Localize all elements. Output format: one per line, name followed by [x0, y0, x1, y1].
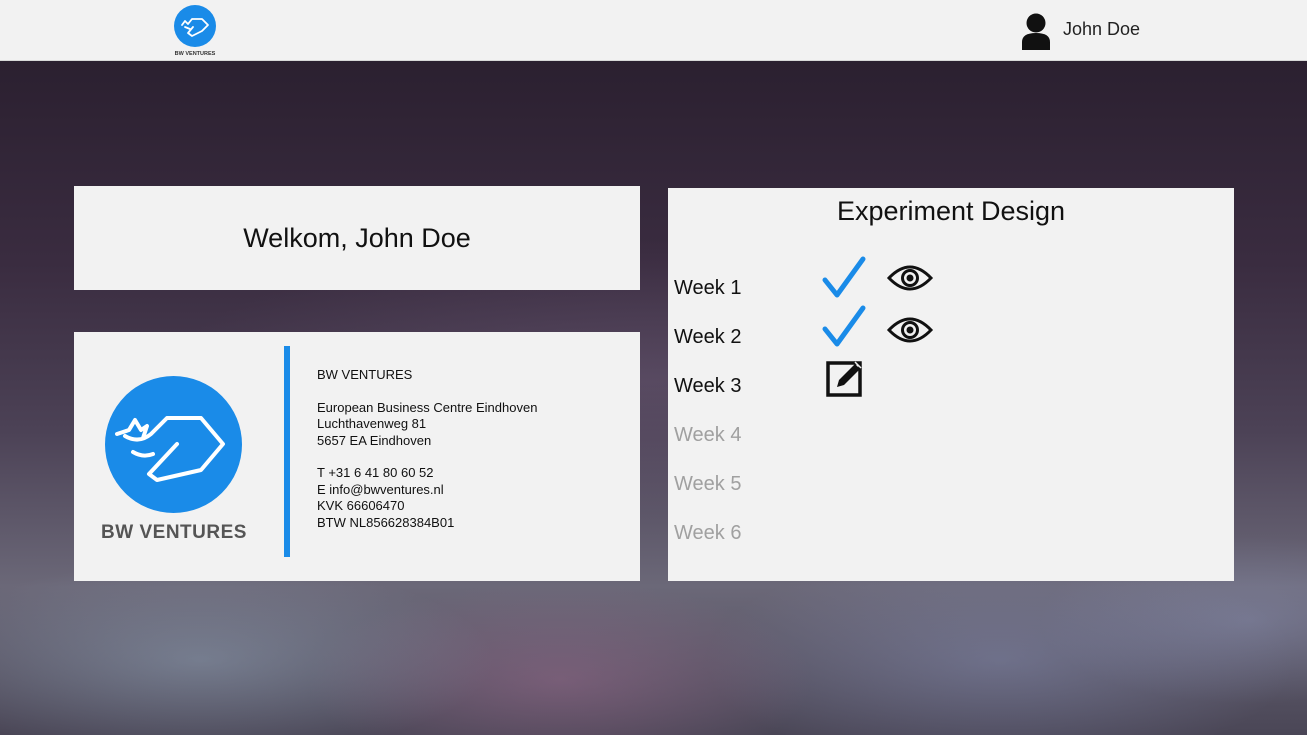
week-4-label: Week 4 — [674, 424, 742, 446]
email-address: E info@bwventures.nl — [317, 481, 444, 497]
welcome-card: Welkom, John Doe — [74, 186, 640, 290]
kvk-number: KVK 66606470 — [317, 498, 405, 513]
bw-ventures-logo-icon — [105, 376, 242, 513]
week-1-label: Week 1 — [674, 277, 742, 299]
check-icon — [822, 256, 866, 298]
welcome-text: Welkom, John Doe — [243, 222, 471, 253]
accent-divider — [284, 346, 290, 557]
brand-name: BW VENTURES — [101, 522, 247, 543]
contact-details: BW VENTURES European Business Centre Ein… — [317, 367, 537, 531]
eye-icon[interactable] — [886, 263, 934, 293]
week-5-label: Week 5 — [674, 473, 742, 495]
edit-icon[interactable] — [825, 358, 865, 398]
address-line: Luchthavenweg 81 — [317, 416, 427, 431]
week-2-label: Week 2 — [674, 326, 742, 348]
top-bar: BW VENTURES John Doe — [0, 0, 1307, 61]
address-line: 5657 EA Eindhoven — [317, 432, 432, 448]
experiment-title: Experiment Design — [836, 196, 1066, 226]
logo-small-text: BW VENTURES — [175, 51, 216, 57]
check-icon — [822, 305, 866, 347]
bw-ventures-logo-icon[interactable]: BW VENTURES — [172, 5, 218, 57]
phone-number: T +31 6 41 80 60 52 — [317, 465, 434, 480]
user-icon[interactable] — [1020, 12, 1052, 50]
address-line: European Business Centre Eindhoven — [317, 399, 538, 415]
user-name[interactable]: John Doe — [1063, 19, 1140, 40]
week-6-label: Week 6 — [674, 522, 742, 544]
btw-number: BTW NL856628384B01 — [317, 514, 455, 530]
eye-icon[interactable] — [886, 315, 934, 345]
experiment-card — [668, 188, 1234, 581]
week-3-label: Week 3 — [674, 375, 742, 397]
company-name: BW VENTURES — [317, 367, 413, 382]
